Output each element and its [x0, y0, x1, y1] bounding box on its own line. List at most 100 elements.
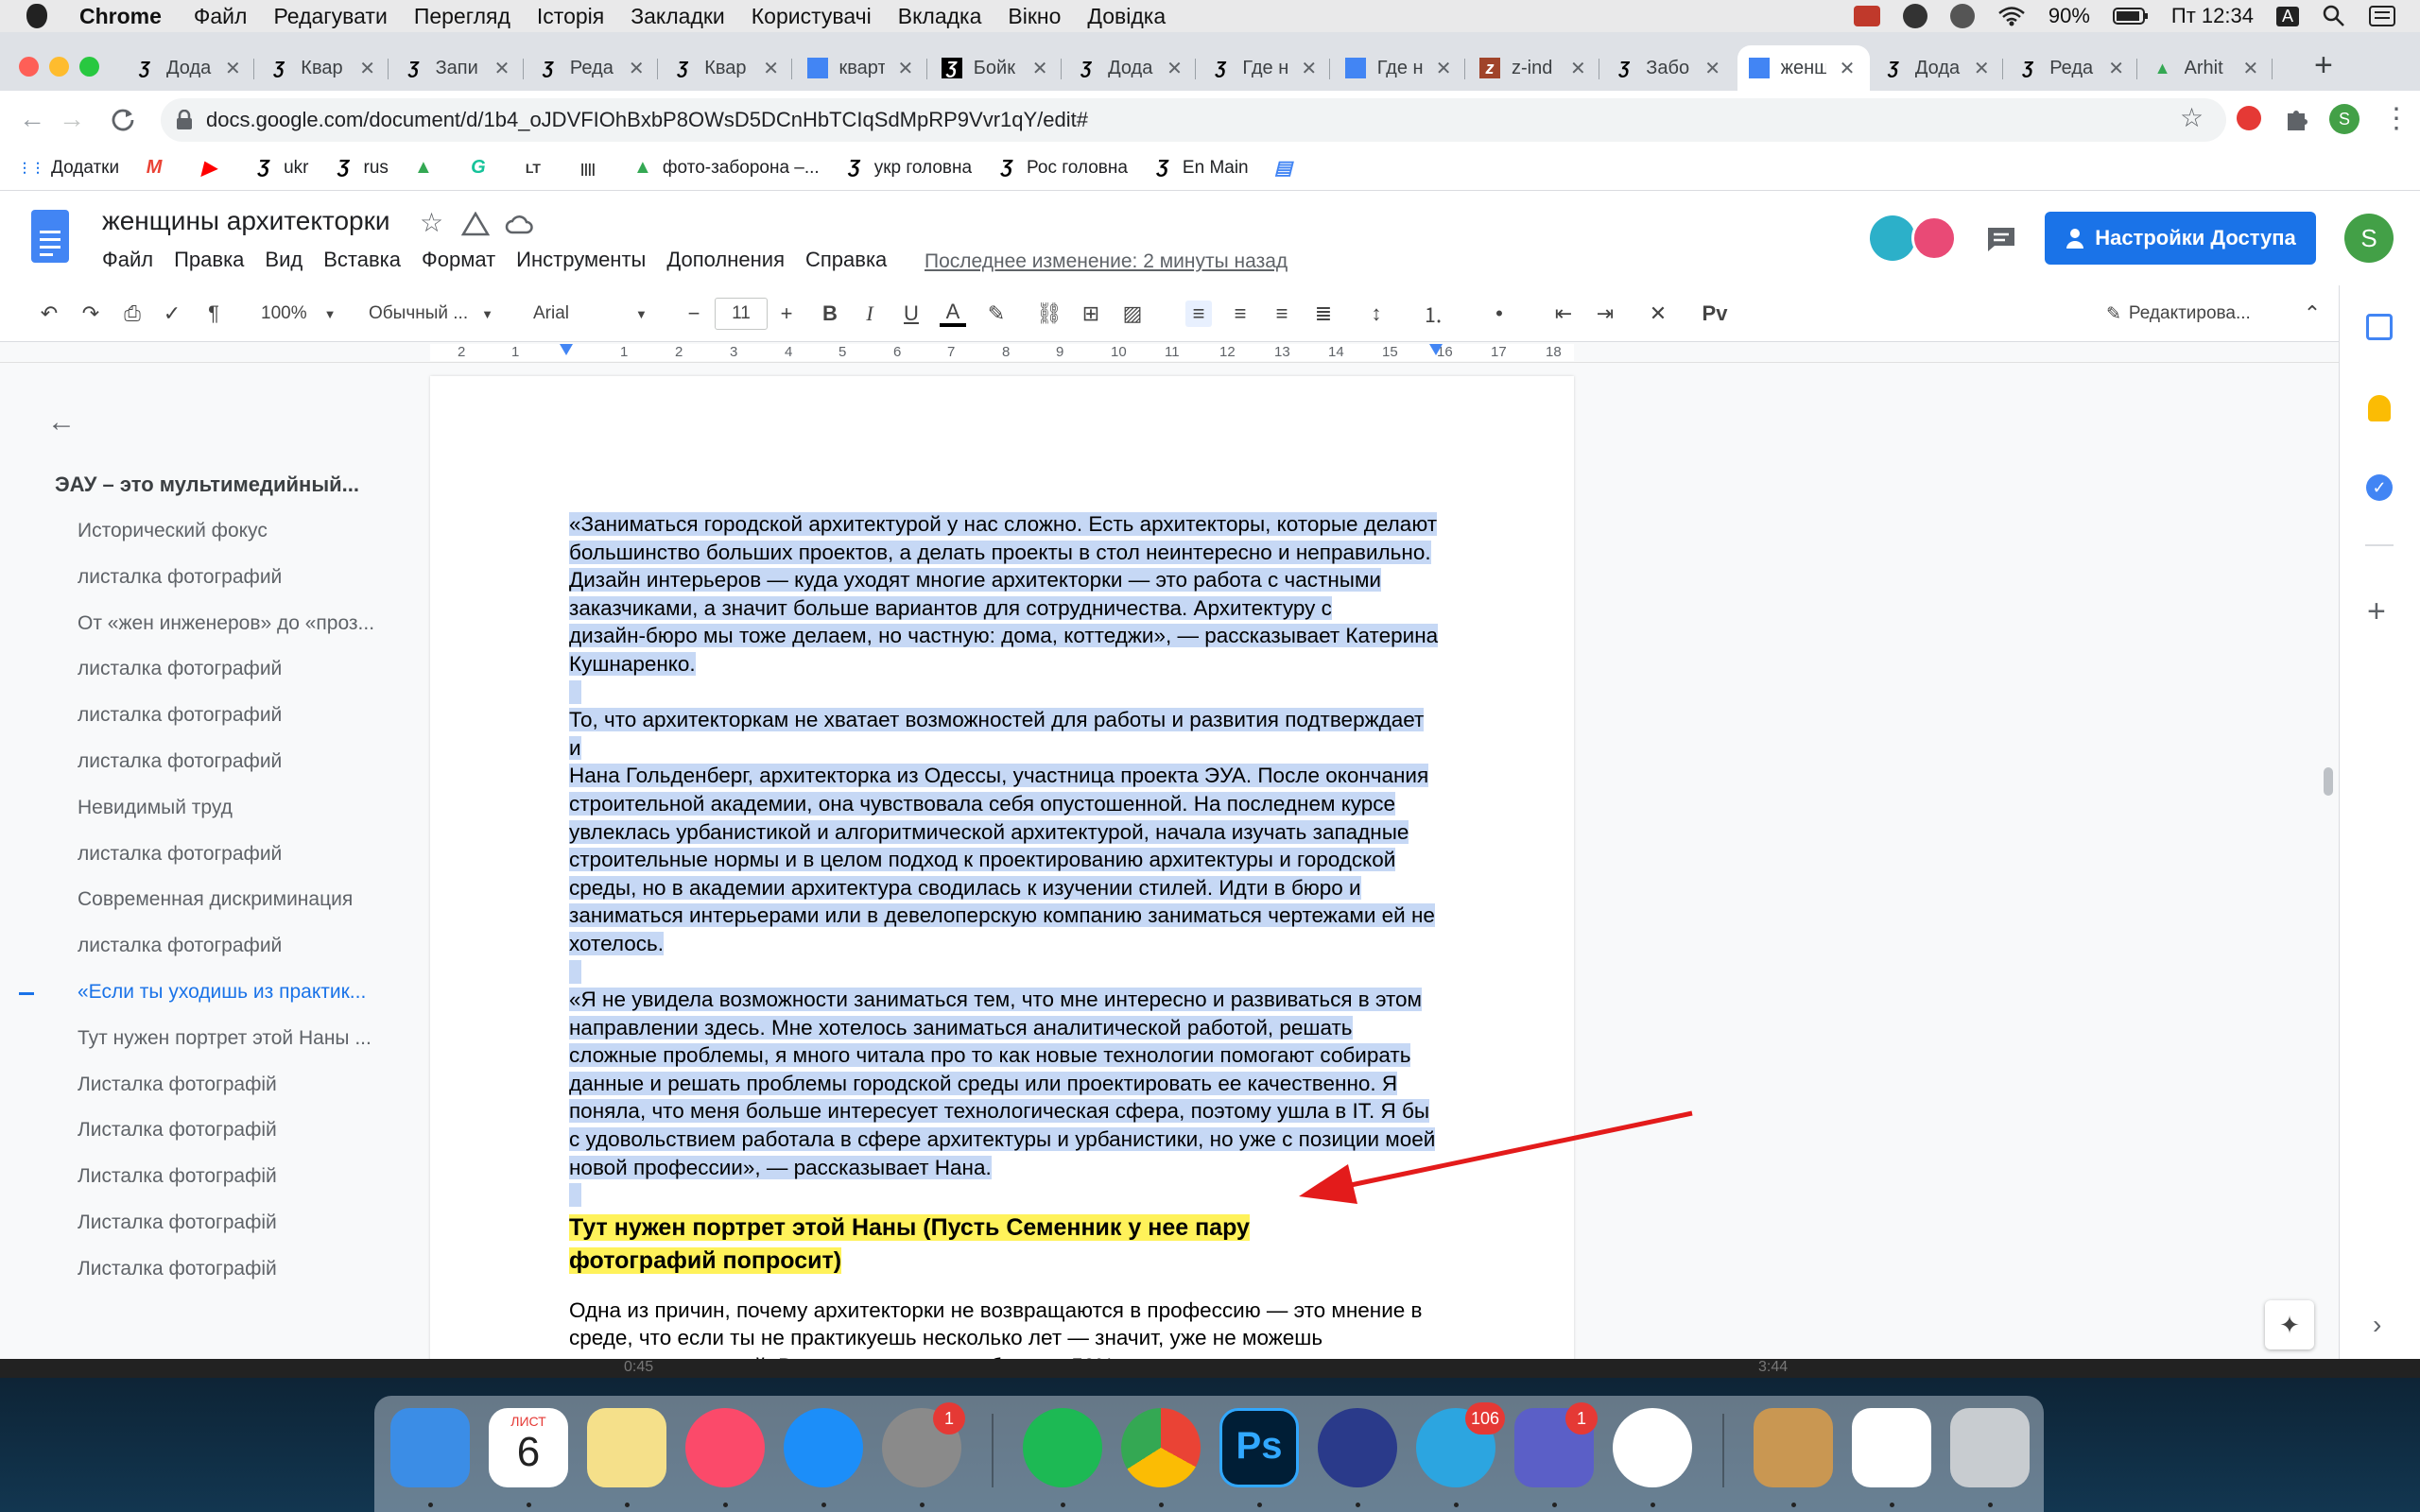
bookmark-item[interactable]: Ʒukr — [253, 157, 309, 179]
notes-icon[interactable] — [587, 1408, 666, 1487]
section-heading[interactable]: Тут нужен портрет этой Наны (Пусть Семен… — [569, 1211, 1439, 1278]
bookmark-item[interactable]: ⋮⋮ Додатки — [18, 158, 119, 179]
italic-icon[interactable]: I — [856, 301, 883, 327]
bookmark-item[interactable]: LT — [523, 158, 553, 179]
address-bar[interactable]: docs.google.com/document/d/1b4_oJDVFIOhB… — [161, 98, 2226, 142]
add-comment-icon[interactable]: ⊞ — [1078, 301, 1104, 327]
close-tab-icon[interactable]: ✕ — [1301, 57, 1317, 80]
browser-tab[interactable]: ▲ Arhit ✕ — [2141, 50, 2273, 86]
align-justify-icon[interactable]: ≣ — [1310, 301, 1337, 327]
explore-button[interactable]: ✦ — [2265, 1300, 2314, 1349]
bookmark-item[interactable]: Ʒукр головна — [844, 157, 972, 179]
browser-tab[interactable]: Ʒ Реда ✕ — [2006, 50, 2138, 86]
align-right-icon[interactable]: ≡ — [1269, 301, 1295, 327]
browser-tab[interactable]: z z-ind ✕ — [1468, 50, 1600, 86]
reeder-icon[interactable] — [1318, 1408, 1397, 1487]
window-zoom-button[interactable] — [79, 57, 99, 77]
creative-cloud-icon[interactable] — [1949, 4, 1975, 28]
menubar-item-view[interactable]: Перегляд — [414, 4, 510, 29]
account-avatar[interactable]: S — [2344, 214, 2394, 263]
outline-item[interactable]: листалка фотографий — [78, 566, 399, 589]
bookmark-star-icon[interactable]: ☆ — [2180, 102, 2204, 133]
outline-item[interactable]: Современная дискриминация — [78, 888, 399, 911]
outline-item[interactable]: Листалка фотографій — [78, 1211, 399, 1234]
insert-image-icon[interactable]: ▨ — [1119, 301, 1146, 327]
window-minimize-button[interactable] — [49, 57, 69, 77]
bookmark-item[interactable]: M — [144, 157, 174, 179]
clear-formatting-icon[interactable]: ✕ — [1645, 301, 1671, 327]
menubar-item-tab[interactable]: Вкладка — [898, 4, 982, 29]
docs-logo-icon[interactable] — [31, 210, 69, 263]
document-title[interactable]: женщины архитекторки — [102, 206, 389, 236]
spotlight-icon[interactable] — [2322, 4, 2346, 28]
document-body[interactable]: «Заниматься городской архитектурой у нас… — [569, 510, 1439, 1408]
insert-link-icon[interactable]: ⛓ — [1036, 301, 1063, 327]
music-icon[interactable] — [685, 1408, 765, 1487]
battery-icon[interactable] — [2112, 7, 2149, 26]
browser-tab[interactable]: Ʒ Запи ✕ — [392, 50, 525, 86]
bulleted-list-icon[interactable]: • — [1486, 301, 1512, 327]
outline-item[interactable]: Листалка фотографій — [78, 1258, 399, 1280]
highlight-color-icon[interactable]: ✎ — [983, 301, 1010, 327]
outline-item[interactable]: листалка фотографий — [78, 658, 399, 680]
undo-icon[interactable]: ↶ — [36, 301, 62, 327]
appstore-icon[interactable] — [784, 1408, 863, 1487]
spellcheck-icon[interactable]: ✓ — [159, 301, 185, 327]
menu-view[interactable]: Вид — [265, 248, 302, 272]
menu-format[interactable]: Формат — [422, 248, 495, 272]
cloud-saved-icon[interactable] — [505, 214, 533, 234]
bolt-status-icon[interactable] — [1902, 4, 1927, 28]
browser-tab[interactable]: Ʒ Бойк ✕ — [930, 50, 1063, 86]
outline-item[interactable]: Листалка фотографій — [78, 1119, 399, 1142]
menu-addons[interactable]: Дополнения — [666, 248, 785, 272]
menu-help[interactable]: Справка — [805, 248, 887, 272]
scrollbar-thumb[interactable] — [2324, 767, 2333, 796]
chrome-icon[interactable] — [1121, 1408, 1201, 1487]
extension-adblock-icon[interactable] — [2237, 106, 2261, 130]
input-source-indicator[interactable]: A — [2275, 6, 2299, 26]
body-paragraph[interactable]: «Заниматься городской архитектурой у нас… — [569, 510, 1439, 706]
body-paragraph[interactable]: То, что архитекторкам не хватает возможн… — [569, 706, 1439, 986]
align-left-icon[interactable]: ≡ — [1185, 301, 1212, 327]
browser-tab[interactable]: кварт ✕ — [796, 50, 928, 86]
wifi-icon[interactable] — [1997, 6, 2026, 26]
lock-icon[interactable] — [176, 110, 193, 130]
underline-icon[interactable]: U — [898, 301, 925, 327]
print-icon[interactable]: ⎙ — [119, 301, 146, 327]
status-app-icon[interactable] — [1853, 6, 1880, 26]
notification-center-icon[interactable] — [2369, 6, 2395, 26]
font-size-input[interactable]: 11 — [715, 298, 768, 330]
paragraph-style-select[interactable]: Обычный ... ▼ — [369, 298, 501, 330]
outline-item[interactable]: От «жен инженеров» до «проз... — [78, 612, 399, 635]
close-tab-icon[interactable]: ✕ — [2243, 57, 2259, 80]
add-addon-icon[interactable]: + — [2367, 593, 2386, 630]
font-size-decrease-button[interactable]: − — [681, 301, 707, 327]
zoom-select[interactable]: 100% ▼ — [261, 298, 337, 330]
tasks-icon[interactable]: ✓ — [2366, 474, 2393, 501]
close-tab-icon[interactable]: ✕ — [1032, 57, 1048, 80]
browser-tab[interactable]: Ʒ Квар ✕ — [661, 50, 793, 86]
collaborator-avatar[interactable] — [1911, 215, 1957, 261]
bookmark-item[interactable]: ▲ — [413, 157, 443, 179]
profile-avatar[interactable]: S — [2329, 104, 2360, 134]
close-tab-icon[interactable]: ✕ — [2108, 57, 2124, 80]
browser-tab[interactable]: Ʒ Дода ✕ — [1872, 50, 2004, 86]
outline-item[interactable]: Исторический фокус — [78, 520, 399, 542]
close-tab-icon[interactable]: ✕ — [1436, 57, 1452, 80]
move-to-folder-icon[interactable] — [461, 212, 490, 236]
menubar-item-edit[interactable]: Редагувати — [273, 4, 387, 29]
trash-icon[interactable] — [1950, 1408, 2030, 1487]
decrease-indent-icon[interactable]: ⇤ — [1550, 301, 1577, 327]
bookmark-item[interactable]: ▤ — [1273, 158, 1304, 179]
menubar-item-file[interactable]: Файл — [194, 4, 248, 29]
numbered-list-icon[interactable]: ⒈ — [1420, 301, 1446, 327]
input-tools-icon[interactable]: Рv — [1702, 301, 1728, 327]
text-color-icon[interactable]: A — [940, 300, 966, 327]
menu-file[interactable]: Файл — [102, 248, 153, 272]
close-tab-icon[interactable]: ✕ — [1570, 57, 1586, 80]
menubar-item-help[interactable]: Довідка — [1087, 4, 1166, 29]
close-tab-icon[interactable]: ✕ — [1704, 57, 1720, 80]
bookmark-item[interactable]: ▲ фото-заборона –... — [632, 157, 820, 179]
browser-tab[interactable]: Ʒ Реда ✕ — [527, 50, 659, 86]
outline-item[interactable]: Тут нужен портрет этой Наны ... — [78, 1027, 399, 1050]
